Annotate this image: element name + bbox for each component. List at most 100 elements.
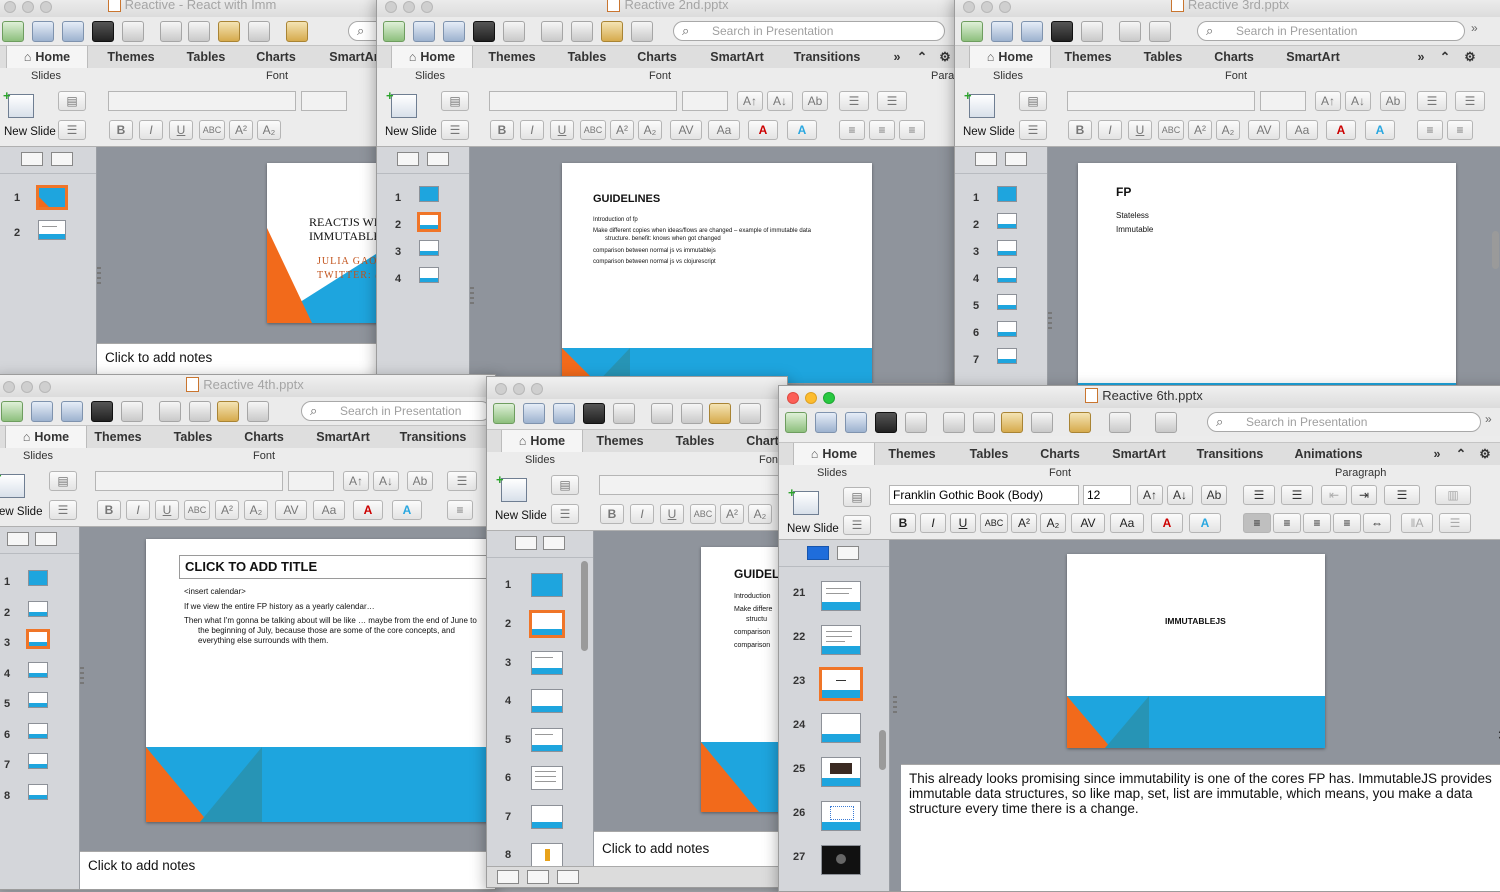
new-slide-button[interactable]: New Slide <box>963 126 1015 138</box>
underline-button[interactable]: U <box>660 504 684 524</box>
open-icon[interactable] <box>62 21 84 42</box>
grow-font-button[interactable]: A↑ <box>737 91 763 111</box>
font-size-field[interactable] <box>288 471 334 491</box>
tab-home[interactable]: ⌂ Home <box>391 46 473 68</box>
slide-thumbnail[interactable] <box>821 801 861 831</box>
cut-icon[interactable] <box>651 403 673 424</box>
slide-thumbnail[interactable] <box>28 601 48 617</box>
more-tabs-button[interactable]: » <box>887 46 907 68</box>
slide-thumbnail[interactable] <box>531 651 563 675</box>
slide-canvas[interactable]: GUIDEL Introduction Make differe structu… <box>701 547 787 812</box>
slide-thumbnail[interactable] <box>819 667 863 701</box>
new-slide-button[interactable]: New Slide <box>385 126 437 138</box>
tab-tables[interactable]: Tables <box>660 430 730 452</box>
outline-view-button[interactable] <box>543 536 565 550</box>
print-icon[interactable] <box>613 403 635 424</box>
text-direction-button[interactable]: ‖A <box>1401 513 1433 533</box>
slide-thumbnail[interactable] <box>821 845 861 875</box>
strikethrough-button[interactable]: ABC <box>980 513 1008 533</box>
layout-button[interactable]: ▤ <box>441 91 469 111</box>
slides-view-button[interactable] <box>975 152 997 166</box>
tab-tables[interactable]: Tables <box>552 46 622 68</box>
tab-charts[interactable]: Charts <box>622 46 692 68</box>
new-slide-icon[interactable]: + <box>964 88 995 118</box>
slide-thumbnail[interactable] <box>531 573 563 597</box>
slide-thumbnail[interactable] <box>28 662 48 678</box>
layout-button[interactable]: ▤ <box>843 487 871 507</box>
shrink-font-button[interactable]: A↓ <box>1345 91 1371 111</box>
close-window-button[interactable] <box>495 383 507 395</box>
tab-home[interactable]: ⌂ Home <box>793 443 875 465</box>
slide-thumbnail[interactable] <box>531 843 563 867</box>
text-effects-button[interactable]: A <box>1189 513 1221 533</box>
print-icon[interactable] <box>503 21 525 42</box>
numbering-button[interactable]: ☰ <box>1455 91 1485 111</box>
text-align-button[interactable]: ☰ <box>1439 513 1471 533</box>
new-file-icon[interactable] <box>1 401 23 422</box>
underline-button[interactable]: U <box>155 500 179 520</box>
section-button[interactable]: ☰ <box>49 500 77 520</box>
slide-thumbnail[interactable] <box>997 213 1017 229</box>
slide-thumbnail[interactable] <box>36 185 68 210</box>
distribute-button[interactable]: ⇔ <box>1363 513 1391 533</box>
outline-view-button[interactable] <box>427 152 449 166</box>
save-icon[interactable] <box>583 403 605 424</box>
zoom-window-button[interactable] <box>531 383 543 395</box>
toolbox-icon[interactable] <box>1155 412 1177 433</box>
outline-view-button[interactable] <box>35 532 57 546</box>
tab-themes[interactable]: Themes <box>877 443 947 465</box>
templates-icon[interactable] <box>413 21 435 42</box>
open-icon[interactable] <box>553 403 575 424</box>
section-button[interactable]: ☰ <box>441 120 469 140</box>
grow-font-button[interactable]: A↑ <box>1137 485 1163 505</box>
copy-icon[interactable] <box>681 403 703 424</box>
slide-canvas[interactable]: IMMUTABLEJS <box>1067 554 1325 748</box>
slide-canvas[interactable]: CLICK TO ADD TITLE <insert calendar> If … <box>146 539 495 822</box>
collapse-ribbon-icon[interactable]: ⌃ <box>1451 443 1471 465</box>
bold-button[interactable]: B <box>890 513 916 533</box>
italic-button[interactable]: I <box>139 120 163 140</box>
character-spacing-button[interactable]: AV <box>275 500 307 520</box>
subscript-button[interactable]: A₂ <box>244 500 268 520</box>
slides-view-button[interactable] <box>21 152 43 166</box>
line-spacing-button[interactable]: ☰ <box>1384 485 1420 505</box>
change-case-button[interactable]: Aa <box>1286 120 1318 140</box>
tab-tables[interactable]: Tables <box>954 443 1024 465</box>
slide-thumbnail[interactable] <box>997 321 1017 337</box>
slide-thumbnail[interactable] <box>821 625 861 655</box>
bullets-button[interactable]: ☰ <box>447 471 477 491</box>
new-slide-button[interactable]: New Slide <box>4 126 56 138</box>
tab-transitions[interactable]: Transitions <box>782 46 872 68</box>
close-window-button[interactable] <box>3 381 15 393</box>
slide-thumbnail[interactable] <box>28 570 48 586</box>
superscript-button[interactable]: A² <box>610 120 634 140</box>
subscript-button[interactable]: A₂ <box>1040 513 1066 533</box>
templates-icon[interactable] <box>991 21 1013 42</box>
save-icon[interactable] <box>92 21 114 42</box>
align-right-button[interactable]: ≡ <box>899 120 925 140</box>
undo-icon[interactable] <box>286 21 308 42</box>
outline-view-button[interactable] <box>51 152 73 166</box>
superscript-button[interactable]: A² <box>1188 120 1212 140</box>
slide-thumbnail[interactable] <box>28 784 48 800</box>
copy-icon[interactable] <box>973 412 995 433</box>
format-painter-icon[interactable] <box>248 21 270 42</box>
italic-button[interactable]: I <box>126 500 150 520</box>
tab-smartart[interactable]: SmartArt <box>1099 443 1179 465</box>
redo-icon[interactable] <box>1109 412 1131 433</box>
new-file-icon[interactable] <box>493 403 515 424</box>
close-window-button[interactable] <box>963 1 975 13</box>
slide-thumbnail[interactable] <box>821 581 861 611</box>
print-icon[interactable] <box>121 401 143 422</box>
slide-thumbnail[interactable] <box>419 267 439 283</box>
paste-icon[interactable] <box>218 21 240 42</box>
slide-thumbnail[interactable] <box>26 629 50 649</box>
tab-themes[interactable]: Themes <box>585 430 655 452</box>
numbering-button[interactable]: ☰ <box>877 91 907 111</box>
increase-indent-button[interactable]: ⇥ <box>1351 485 1377 505</box>
slide-thumbnail[interactable] <box>419 186 439 202</box>
title-bar[interactable]: Reactive 3rd.pptx <box>955 0 1500 18</box>
search-input[interactable]: ⌕ Search in Presentation <box>301 401 491 421</box>
slide-thumbnail[interactable] <box>38 220 66 240</box>
subscript-button[interactable]: A₂ <box>257 120 281 140</box>
